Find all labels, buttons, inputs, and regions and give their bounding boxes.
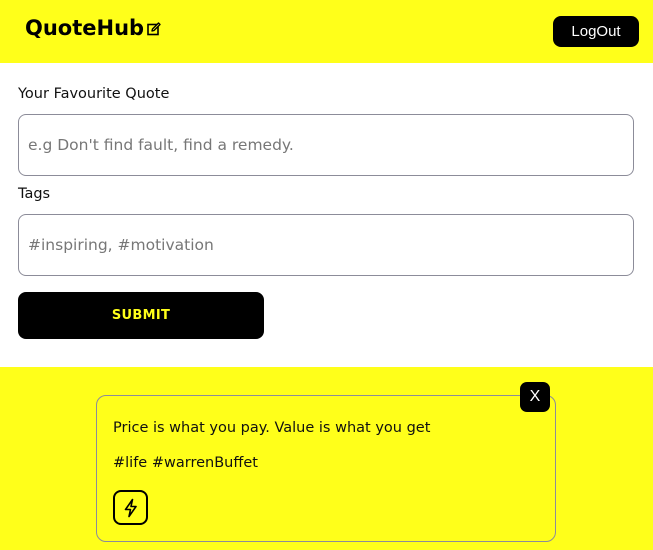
close-quote-button[interactable]: X: [520, 382, 550, 412]
edit-icon: [147, 22, 161, 36]
quote-label: Your Favourite Quote: [18, 86, 170, 102]
brand-logo[interactable]: QuoteHub: [25, 16, 161, 40]
bolt-button[interactable]: [113, 490, 148, 525]
brand-name: QuoteHub: [25, 16, 145, 40]
tags-label: Tags: [18, 186, 51, 202]
bolt-icon: [124, 498, 137, 517]
tags-input[interactable]: [18, 214, 634, 276]
quote-tags: #life #warrenBuffet: [113, 455, 258, 471]
app-header: QuoteHub LogOut: [0, 0, 653, 63]
submit-button[interactable]: SUBMIT: [18, 292, 264, 339]
quote-text: Price is what you pay. Value is what you…: [113, 420, 431, 436]
logout-button[interactable]: LogOut: [553, 16, 639, 47]
close-icon: X: [529, 388, 541, 405]
quote-input[interactable]: [18, 114, 634, 176]
